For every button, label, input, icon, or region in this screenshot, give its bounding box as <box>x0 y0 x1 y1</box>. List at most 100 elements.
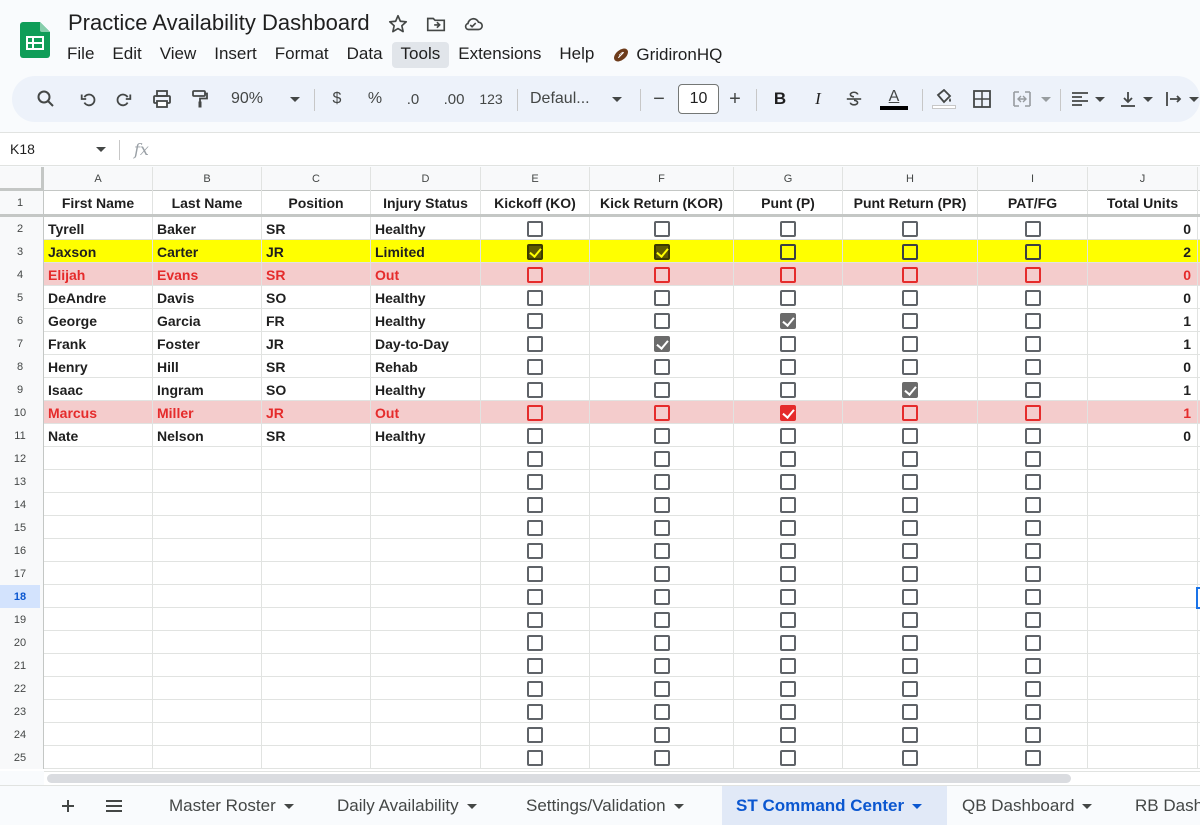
checkbox[interactable] <box>902 542 918 559</box>
empty-cell[interactable] <box>262 447 371 470</box>
unit-checkbox-cell[interactable] <box>843 401 978 424</box>
checkbox[interactable] <box>1024 312 1041 329</box>
empty-cell[interactable] <box>44 539 153 562</box>
empty-cell[interactable] <box>1088 654 1198 677</box>
unit-checkbox-cell[interactable] <box>978 470 1088 493</box>
cell-total-units[interactable]: 0 <box>1088 355 1198 378</box>
unit-checkbox-cell[interactable] <box>481 516 590 539</box>
font-family-select[interactable]: Defaul... <box>530 76 606 122</box>
unit-checkbox-cell[interactable] <box>978 562 1088 585</box>
row-number[interactable]: 24 <box>0 723 40 746</box>
empty-cell[interactable] <box>371 516 481 539</box>
unit-checkbox-cell[interactable] <box>843 470 978 493</box>
checkbox[interactable] <box>527 496 543 513</box>
empty-cell[interactable] <box>153 447 262 470</box>
unit-checkbox-cell[interactable] <box>590 723 734 746</box>
merge-dropdown-icon[interactable] <box>1040 76 1052 122</box>
unit-checkbox-cell[interactable] <box>590 677 734 700</box>
checkbox[interactable] <box>902 335 918 352</box>
checkbox[interactable] <box>902 680 918 697</box>
unit-checkbox-cell[interactable] <box>481 309 590 332</box>
column-header-f[interactable]: F <box>590 167 734 191</box>
unit-checkbox-cell[interactable] <box>843 217 978 240</box>
unit-checkbox-cell[interactable] <box>734 447 843 470</box>
checkbox[interactable] <box>653 289 670 306</box>
cell-first[interactable]: DeAndre <box>44 286 153 309</box>
row-number[interactable]: 10 <box>0 401 40 424</box>
checkbox[interactable] <box>780 680 796 697</box>
unit-checkbox-cell[interactable] <box>481 470 590 493</box>
menu-tools[interactable]: Tools <box>391 42 450 68</box>
menu-format[interactable]: Format <box>266 42 338 68</box>
header-cell[interactable]: Punt (P) <box>734 191 843 214</box>
checkbox[interactable] <box>780 657 796 674</box>
empty-cell[interactable] <box>44 700 153 723</box>
empty-cell[interactable] <box>371 493 481 516</box>
unit-checkbox-cell[interactable] <box>590 562 734 585</box>
column-header-j[interactable]: J <box>1088 167 1198 191</box>
empty-cell[interactable] <box>44 447 153 470</box>
cell-total-units[interactable]: 0 <box>1088 263 1198 286</box>
cell-pos[interactable]: FR <box>262 309 371 332</box>
row-number[interactable]: 14 <box>0 493 40 516</box>
unit-checkbox-cell[interactable] <box>734 539 843 562</box>
checkbox[interactable] <box>902 450 918 467</box>
checkbox[interactable] <box>653 680 670 697</box>
column-header-a[interactable]: A <box>44 167 153 191</box>
unit-checkbox-cell[interactable] <box>978 585 1088 608</box>
empty-cell[interactable] <box>1088 562 1198 585</box>
increase-decimal-button[interactable]: .00 <box>436 76 472 122</box>
empty-cell[interactable] <box>262 608 371 631</box>
text-color-button[interactable]: A <box>878 76 910 122</box>
checkbox[interactable] <box>1024 220 1041 237</box>
borders-icon[interactable] <box>970 76 994 122</box>
checkbox[interactable] <box>1024 703 1041 720</box>
checkbox[interactable] <box>527 404 543 421</box>
header-cell[interactable]: Injury Status <box>371 191 481 214</box>
unit-checkbox-cell[interactable] <box>734 608 843 631</box>
checkbox[interactable] <box>902 726 918 743</box>
row-number[interactable]: 25 <box>0 746 40 769</box>
checkbox[interactable] <box>653 542 670 559</box>
checkbox-checked[interactable] <box>780 312 796 329</box>
checkbox[interactable] <box>527 450 543 467</box>
checkbox[interactable] <box>653 496 670 513</box>
checkbox[interactable] <box>902 703 918 720</box>
empty-cell[interactable] <box>44 516 153 539</box>
checkbox[interactable] <box>1024 473 1041 490</box>
column-header-i[interactable]: I <box>978 167 1088 191</box>
checkbox-checked[interactable] <box>902 381 918 398</box>
text-wrapping-icon[interactable] <box>1162 76 1186 122</box>
unit-checkbox-cell[interactable] <box>734 378 843 401</box>
currency-format-button[interactable]: $ <box>326 76 348 122</box>
unit-checkbox-cell[interactable] <box>843 631 978 654</box>
checkbox[interactable] <box>902 496 918 513</box>
unit-checkbox-cell[interactable] <box>843 677 978 700</box>
checkbox[interactable] <box>902 266 918 283</box>
empty-cell[interactable] <box>153 562 262 585</box>
unit-checkbox-cell[interactable] <box>734 332 843 355</box>
header-cell[interactable]: Last Name <box>153 191 262 214</box>
empty-cell[interactable] <box>44 723 153 746</box>
unit-checkbox-cell[interactable] <box>734 424 843 447</box>
checkbox[interactable] <box>653 312 670 329</box>
unit-checkbox-cell[interactable] <box>590 493 734 516</box>
row-number[interactable]: 16 <box>0 539 40 562</box>
empty-cell[interactable] <box>153 631 262 654</box>
sheets-logo-icon[interactable] <box>20 22 50 58</box>
spreadsheet-grid[interactable]: A B C D E F G H I J 1 First Name Last Name Position In… <box>0 167 1200 771</box>
cell-total-units[interactable]: 2 <box>1088 240 1198 263</box>
unit-checkbox-cell[interactable] <box>843 309 978 332</box>
move-folder-icon[interactable] <box>425 13 447 35</box>
empty-cell[interactable] <box>153 539 262 562</box>
unit-checkbox-cell[interactable] <box>843 585 978 608</box>
checkbox[interactable] <box>902 220 918 237</box>
cell-total-units[interactable]: 0 <box>1088 424 1198 447</box>
row-number[interactable]: 22 <box>0 677 40 700</box>
checkbox[interactable] <box>653 427 670 444</box>
unit-checkbox-cell[interactable] <box>481 493 590 516</box>
menu-data[interactable]: Data <box>338 42 392 68</box>
unit-checkbox-cell[interactable] <box>590 585 734 608</box>
unit-checkbox-cell[interactable] <box>481 355 590 378</box>
checkbox[interactable] <box>1024 266 1041 283</box>
